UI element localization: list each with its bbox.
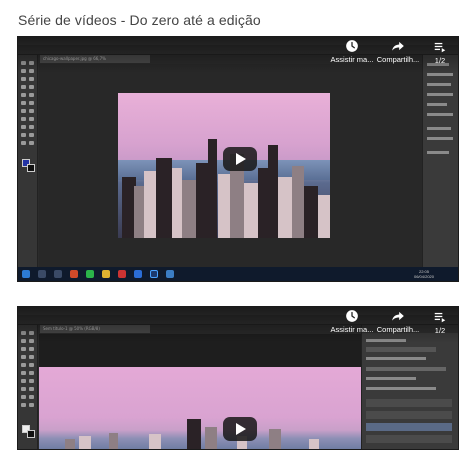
share-button[interactable]: Compartilh... bbox=[372, 39, 424, 64]
video-player-1[interactable]: chicago-wallpaper.jpg @ 66,7% bbox=[17, 36, 459, 282]
playlist-button[interactable]: 1/2 bbox=[426, 40, 454, 65]
share-arrow-icon bbox=[392, 311, 404, 321]
windows-taskbar: 22:05 06/04/2020 bbox=[18, 267, 458, 281]
playlist-icon bbox=[434, 42, 446, 53]
share-button[interactable]: Compartilh... bbox=[372, 309, 424, 334]
share-label: Compartilh... bbox=[376, 55, 420, 64]
share-label: Compartilh... bbox=[376, 325, 420, 334]
photoshop-panels bbox=[422, 55, 458, 269]
watch-later-label: Assistir ma... bbox=[330, 325, 374, 334]
city-photo bbox=[39, 367, 361, 449]
play-button[interactable] bbox=[223, 417, 257, 441]
video-player-2[interactable]: Sem título-1 @ 50% (RGB/8) bbox=[17, 306, 459, 450]
page-title: Série de vídeos - Do zero até a edição bbox=[18, 12, 261, 28]
watch-later-label: Assistir ma... bbox=[330, 55, 374, 64]
clock-icon bbox=[346, 40, 358, 52]
photoshop-toolbar bbox=[18, 55, 38, 281]
photoshop-toolbar bbox=[18, 325, 38, 449]
playlist-position: 1/2 bbox=[434, 326, 446, 335]
taskbar-clock: 22:05 06/04/2020 bbox=[413, 269, 434, 279]
playlist-icon bbox=[434, 312, 446, 323]
play-button[interactable] bbox=[223, 147, 257, 171]
share-arrow-icon bbox=[392, 41, 404, 51]
watch-later-button[interactable]: Assistir ma... bbox=[326, 39, 378, 64]
watch-later-button[interactable]: Assistir ma... bbox=[326, 309, 378, 334]
playlist-button[interactable]: 1/2 bbox=[426, 310, 454, 335]
clock-icon bbox=[346, 310, 358, 322]
photoshop-panels bbox=[361, 325, 458, 449]
playlist-position: 1/2 bbox=[434, 56, 446, 65]
